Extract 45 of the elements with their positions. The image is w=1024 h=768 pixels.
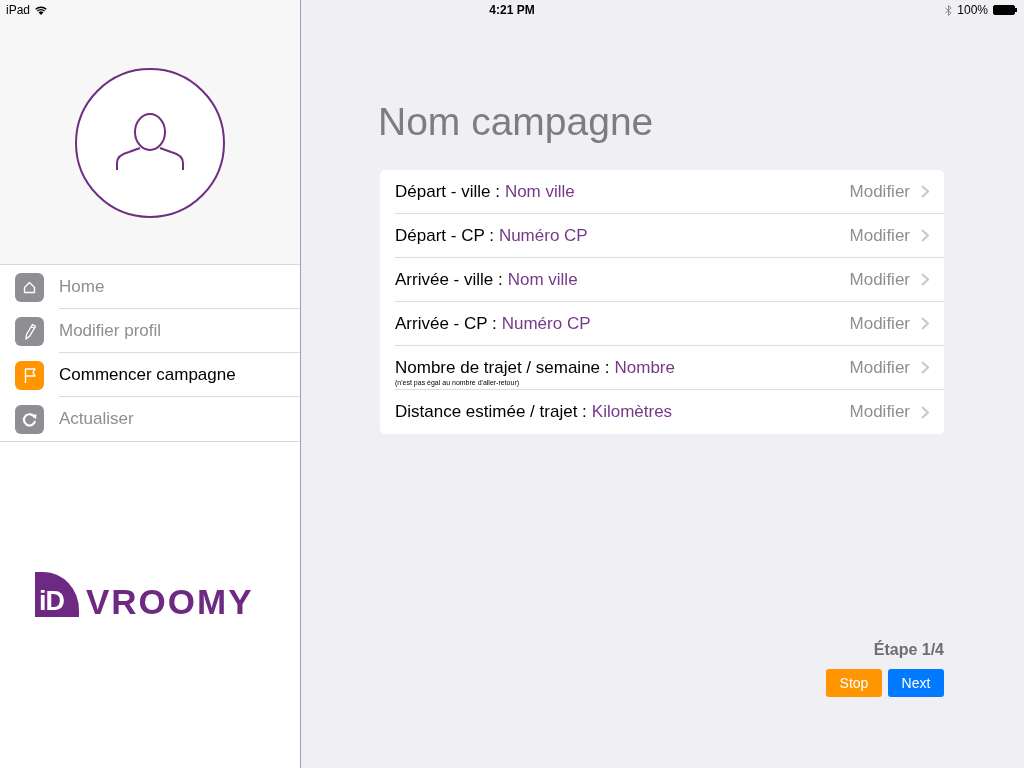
field-label: Départ - ville : bbox=[395, 181, 500, 202]
field-value: Nombre bbox=[614, 357, 675, 378]
chevron-right-icon bbox=[921, 273, 929, 286]
menu-item[interactable]: Home bbox=[0, 265, 300, 309]
field-value: Numéro CP bbox=[501, 313, 591, 334]
avatar-icon bbox=[75, 68, 225, 218]
field-value: Nom ville bbox=[504, 181, 575, 202]
flag-icon bbox=[15, 360, 44, 390]
house-icon bbox=[15, 272, 44, 302]
chevron-right-icon bbox=[921, 185, 929, 198]
refresh-icon bbox=[15, 404, 44, 434]
field-label: Départ - CP : bbox=[395, 225, 494, 246]
step-counter: Étape 1/4 bbox=[873, 640, 944, 660]
chevron-right-icon bbox=[921, 317, 929, 330]
page-title: Nom campagne bbox=[378, 99, 655, 145]
field-label: Arrivée - ville : bbox=[395, 269, 503, 290]
chevron-right-icon bbox=[921, 361, 929, 374]
modify-link[interactable]: Modifier bbox=[849, 225, 910, 246]
stop-button[interactable]: Stop bbox=[826, 669, 882, 697]
field-label: Distance estimée / trajet : bbox=[395, 402, 587, 422]
battery-percent: 100% bbox=[957, 3, 988, 17]
wifi-icon bbox=[35, 5, 48, 15]
bluetooth-icon bbox=[945, 4, 953, 16]
menu-item[interactable]: Modifier profil bbox=[0, 309, 300, 353]
modify-link[interactable]: Modifier bbox=[849, 357, 910, 378]
modify-link[interactable]: Modifier bbox=[849, 313, 910, 334]
field-label: Nombre de trajet / semaine : bbox=[395, 357, 610, 378]
field-value: Kilomètres bbox=[591, 402, 673, 422]
modify-link[interactable]: Modifier bbox=[849, 402, 910, 422]
field-value: Nom ville bbox=[507, 269, 578, 290]
logo-mark: iD bbox=[35, 572, 79, 617]
pencil-icon bbox=[15, 316, 44, 346]
menu-item[interactable]: Actualiser bbox=[0, 397, 300, 441]
next-button[interactable]: Next bbox=[888, 669, 944, 697]
battery-icon bbox=[993, 5, 1017, 15]
field-value: Numéro CP bbox=[498, 225, 588, 246]
carrier-name: iPad bbox=[6, 3, 31, 17]
field-label: Arrivée - CP : bbox=[395, 313, 497, 334]
chevron-right-icon bbox=[921, 229, 929, 242]
chevron-right-icon bbox=[921, 405, 929, 419]
modify-link[interactable]: Modifier bbox=[849, 181, 910, 202]
logo-wordmark: VROOMY bbox=[86, 587, 254, 617]
menu-item[interactable]: Commencer campagne bbox=[0, 353, 300, 397]
modify-link[interactable]: Modifier bbox=[849, 269, 910, 290]
clock-time: 4:21 PM bbox=[489, 3, 535, 17]
